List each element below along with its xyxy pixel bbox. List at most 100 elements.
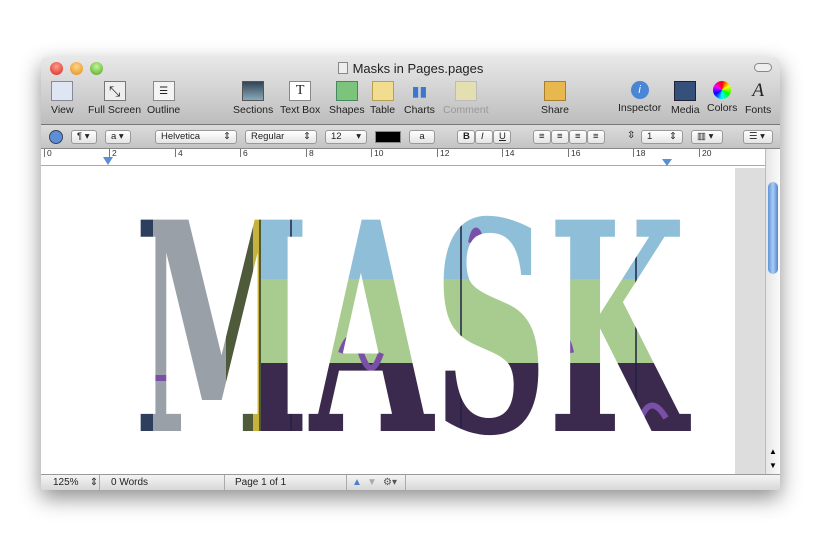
window-title-text: Masks in Pages.pages: [352, 61, 484, 76]
fonts-icon: A: [752, 80, 764, 101]
line-spacing-value: 1: [647, 131, 653, 142]
zoom-value: 125%: [53, 477, 79, 488]
mask-image[interactable]: MASK: [41, 160, 735, 490]
highlight-color-well[interactable]: a: [409, 130, 435, 144]
colors-label: Colors: [707, 102, 738, 114]
sections-label: Sections: [233, 104, 274, 116]
columns-menu[interactable]: ▥ ▾: [691, 130, 723, 144]
text-color-well[interactable]: [375, 131, 401, 143]
full-screen-icon: ⤡: [103, 81, 126, 101]
charts-label: Charts: [404, 104, 435, 116]
right-indent-marker[interactable]: [662, 159, 672, 166]
comment-button[interactable]: Comment: [443, 81, 489, 116]
fonts-label: Fonts: [745, 104, 772, 116]
view-button[interactable]: View: [51, 81, 74, 116]
next-page-button[interactable]: ▼: [367, 477, 377, 488]
share-button[interactable]: Share: [541, 81, 569, 116]
left-indent-marker[interactable]: [103, 157, 113, 165]
ruler-tick: 8: [306, 149, 314, 157]
toolbar-toggle-button[interactable]: [754, 63, 772, 72]
charts-button[interactable]: ▮▮ Charts: [404, 81, 435, 117]
align-right-button[interactable]: ≡: [569, 130, 587, 144]
scroll-down-arrow[interactable]: ▼: [769, 461, 777, 470]
document-icon: [337, 62, 348, 74]
text-box-icon: T: [289, 81, 312, 101]
underline-label: U: [499, 131, 506, 142]
word-count: 0 Words: [111, 477, 149, 488]
text-box-label: Text Box: [280, 104, 321, 116]
ruler-tick: 18: [633, 149, 645, 157]
invisibles-button[interactable]: [49, 130, 63, 144]
comment-label: Comment: [443, 104, 489, 116]
inspector-button[interactable]: i Inspector: [618, 81, 661, 114]
paragraph-style-value: ¶: [77, 131, 83, 142]
line-spacing-select[interactable]: 1 ⇕: [641, 130, 683, 144]
justify-button[interactable]: ≡: [587, 130, 605, 144]
full-screen-button[interactable]: ⤡ Full Screen: [88, 81, 141, 116]
ruler-tick: 10: [371, 149, 383, 157]
mask-text: MASK: [134, 168, 692, 474]
share-icon: [544, 81, 567, 101]
colors-icon: [713, 81, 732, 99]
format-bar: ¶ ▾ a ▾ Helvetica ⇕ Regular ⇕ 12 ▾ a B I U …: [41, 125, 780, 149]
align-left-button[interactable]: ≡: [533, 130, 551, 144]
gear-icon[interactable]: ⚙▾: [383, 477, 397, 488]
ruler-tick: 0: [44, 149, 52, 157]
scroll-thumb[interactable]: [768, 182, 778, 274]
fonts-button[interactable]: A Fonts: [745, 80, 772, 116]
inspector-label: Inspector: [618, 102, 662, 114]
underline-button[interactable]: U: [493, 130, 511, 144]
sections-button[interactable]: Sections: [233, 81, 273, 116]
table-label: Table: [370, 104, 396, 116]
font-size-combo[interactable]: 12 ▾: [325, 130, 367, 144]
inspector-icon: i: [630, 81, 649, 99]
pages-window: Masks in Pages.pages View ⤡ Full Screen ☰…: [41, 57, 780, 490]
shapes-button[interactable]: Shapes: [329, 81, 365, 116]
line-spacing-icon: ⇳: [627, 130, 636, 141]
paragraph-style-menu[interactable]: ¶ ▾: [71, 130, 97, 144]
colors-button[interactable]: Colors: [707, 81, 737, 114]
ruler-tick: 6: [240, 149, 248, 157]
table-button[interactable]: Table: [370, 81, 395, 116]
list-style-menu[interactable]: ☰ ▾: [743, 130, 773, 144]
outline-icon: ☰: [152, 81, 175, 101]
previous-page-button[interactable]: ▲: [352, 477, 362, 488]
ruler-tick: 20: [699, 149, 711, 157]
typeface-select[interactable]: Regular ⇕: [245, 130, 317, 144]
font-size-value: 12: [331, 131, 342, 142]
charts-icon: ▮▮: [411, 82, 428, 99]
character-style-menu[interactable]: a ▾: [105, 130, 131, 144]
zoom-select[interactable]: 125% ⇕: [53, 477, 98, 488]
text-box-button[interactable]: T Text Box: [280, 81, 320, 116]
window-title: Masks in Pages.pages: [41, 61, 780, 76]
align-center-button[interactable]: ≡: [551, 130, 569, 144]
typeface-value: Regular: [251, 131, 285, 142]
ruler[interactable]: 0 2 4 6 8 10 12 14 16 18 20: [41, 149, 780, 166]
italic-button[interactable]: I: [475, 130, 493, 144]
font-family-value: Helvetica: [161, 131, 201, 142]
table-icon: [371, 81, 394, 101]
outline-label: Outline: [147, 104, 181, 116]
ruler-tick: 4: [175, 149, 183, 157]
font-family-select[interactable]: Helvetica ⇕: [155, 130, 237, 144]
comment-icon: [454, 81, 477, 101]
page-indicator: Page 1 of 1: [235, 477, 287, 488]
bold-button[interactable]: B: [457, 130, 475, 144]
status-bar: 125% ⇕ 0 Words Page 1 of 1 ▲ ▼ ⚙▾: [41, 474, 780, 490]
outline-button[interactable]: ☰ Outline: [147, 81, 180, 116]
full-screen-label: Full Screen: [88, 104, 142, 116]
document-canvas[interactable]: MASK: [41, 160, 765, 490]
media-icon: [674, 81, 697, 101]
media-label: Media: [671, 104, 700, 116]
page-margin: [735, 168, 765, 474]
share-label: Share: [541, 104, 570, 116]
scroll-up-arrow[interactable]: ▲: [769, 447, 777, 456]
ruler-tick: 12: [437, 149, 449, 157]
vertical-scrollbar[interactable]: ▲ ▼: [765, 149, 780, 474]
shapes-icon: [335, 81, 358, 101]
character-style-value: a: [111, 131, 117, 142]
sections-icon: [242, 81, 265, 101]
view-label: View: [51, 104, 74, 116]
media-button[interactable]: Media: [671, 81, 700, 116]
title-bar: Masks in Pages.pages View ⤡ Full Screen ☰…: [41, 57, 780, 125]
